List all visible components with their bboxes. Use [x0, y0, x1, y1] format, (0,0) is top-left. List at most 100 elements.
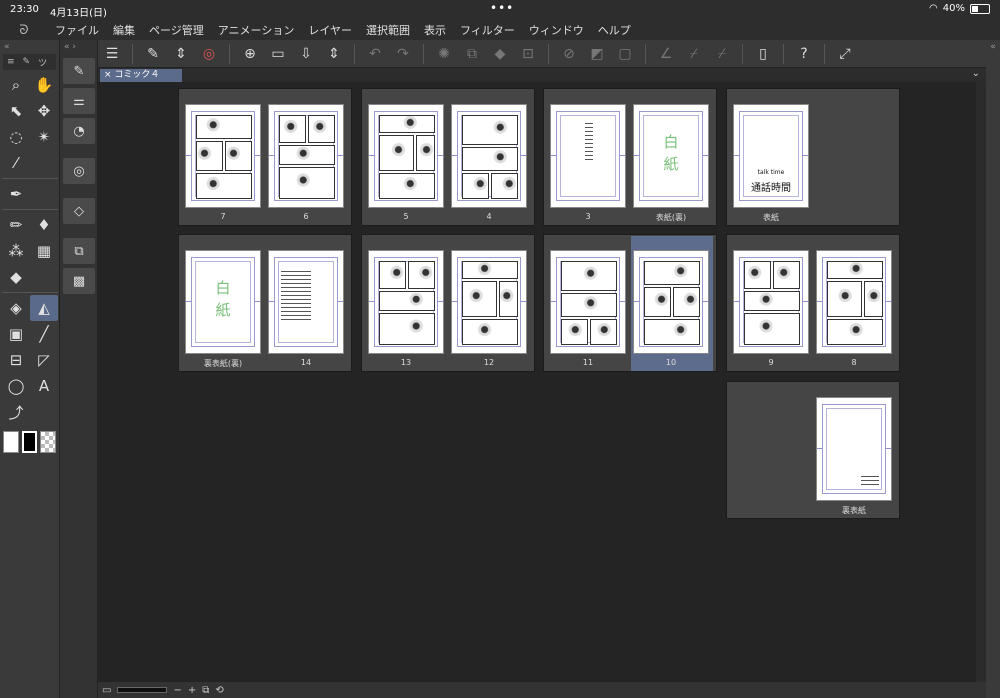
- page-thumbnail[interactable]: [550, 104, 626, 208]
- collapse-right-icon[interactable]: «: [986, 40, 1000, 698]
- sync-icon[interactable]: ◎: [195, 42, 223, 66]
- layer-icon[interactable]: ◇: [63, 198, 95, 224]
- document-tab[interactable]: × コミック４: [100, 69, 182, 82]
- page-thumbnail[interactable]: [816, 250, 892, 354]
- fullscreen-icon[interactable]: ⤢: [831, 42, 859, 66]
- page-settings-icon[interactable]: ⟲: [215, 685, 223, 696]
- menu-item-4[interactable]: レイヤー: [301, 22, 359, 38]
- transform-icon[interactable]: ⧉: [458, 42, 486, 66]
- airbrush-icon[interactable]: ⁂: [2, 238, 30, 264]
- menu-icon[interactable]: ≡: [3, 57, 19, 67]
- new-file-icon[interactable]: ⊕: [236, 42, 264, 66]
- crop-icon[interactable]: ⊡: [514, 42, 542, 66]
- page-thumbnail[interactable]: [451, 104, 527, 208]
- smartphone-icon[interactable]: ▯: [749, 42, 777, 66]
- page-thumbnail[interactable]: [633, 250, 709, 354]
- menu-item-6[interactable]: 表示: [417, 22, 453, 38]
- page-thumbnail[interactable]: [268, 250, 344, 354]
- blend-icon[interactable]: ◈: [2, 295, 30, 321]
- brush-size-icon[interactable]: ◔: [63, 118, 95, 144]
- snap-grid-icon[interactable]: ⌿: [708, 42, 736, 66]
- close-tab-icon[interactable]: ×: [104, 70, 114, 80]
- layer-property-icon[interactable]: ⧉: [63, 238, 95, 264]
- app-logo-icon[interactable]: ᘐ: [0, 23, 48, 38]
- page-thumbnail[interactable]: talk time 通話時間: [733, 104, 809, 208]
- open-folder-icon[interactable]: ▭: [264, 42, 292, 66]
- page-label: 13: [400, 358, 412, 367]
- edit-page-icon[interactable]: ✎: [139, 42, 167, 66]
- hand-icon[interactable]: ✋: [30, 72, 58, 98]
- menu-item-3[interactable]: アニメーション: [211, 22, 302, 38]
- object-select-icon[interactable]: ⬉: [2, 98, 30, 124]
- lasso-icon[interactable]: ◌: [2, 124, 30, 150]
- line-icon[interactable]: ╱: [30, 321, 58, 347]
- collapse-sub-icon[interactable]: « ›: [60, 40, 97, 54]
- undo-icon[interactable]: ↶: [361, 42, 389, 66]
- thumbnail-size-slider[interactable]: [117, 687, 168, 693]
- transparent-color-swatch[interactable]: [40, 431, 57, 453]
- select-icon[interactable]: ▢: [611, 42, 639, 66]
- page-thumbnail[interactable]: [368, 104, 444, 208]
- manga-panel: [196, 141, 223, 171]
- correct-line-icon[interactable]: ⤴: [2, 399, 30, 425]
- page-thumbnail[interactable]: 白 紙: [185, 250, 261, 354]
- divider: [132, 43, 133, 64]
- menu-item-0[interactable]: ファイル: [48, 22, 106, 38]
- magic-wand-icon[interactable]: ✴: [30, 124, 58, 150]
- menu-item-9[interactable]: ヘルプ: [591, 22, 638, 38]
- page-thumbnail[interactable]: [185, 104, 261, 208]
- page-duplicate-icon[interactable]: ⧉: [202, 685, 209, 696]
- move-icon[interactable]: ✥: [30, 98, 58, 124]
- text-icon[interactable]: A: [30, 373, 58, 399]
- brush-icon[interactable]: ♦: [30, 212, 58, 238]
- frame-border-icon[interactable]: ⊟: [2, 347, 30, 373]
- material-icon[interactable]: ▩: [63, 268, 95, 294]
- deselect-icon[interactable]: ⊘: [555, 42, 583, 66]
- page-thumbnail[interactable]: [733, 250, 809, 354]
- menu-item-7[interactable]: フィルター: [453, 22, 522, 38]
- ruler-icon[interactable]: ◸: [30, 347, 58, 373]
- menu-item-1[interactable]: 編集: [106, 22, 142, 38]
- thumbnail-size-icon[interactable]: ▭: [102, 685, 111, 696]
- pencil-icon[interactable]: ✏: [2, 212, 30, 238]
- chevron-down-icon[interactable]: ⌄: [972, 68, 980, 79]
- menu-item-8[interactable]: ウィンドウ: [522, 22, 591, 38]
- page-thumbnail[interactable]: 白 紙: [633, 104, 709, 208]
- main-color-swatch[interactable]: [21, 431, 38, 453]
- manga-panel: [462, 261, 518, 279]
- zoom-in-icon[interactable]: +: [188, 685, 196, 696]
- menu-item-2[interactable]: ページ管理: [142, 22, 211, 38]
- menu-item-5[interactable]: 選択範囲: [359, 22, 417, 38]
- redo-icon[interactable]: ↷: [389, 42, 417, 66]
- zoom-icon[interactable]: ⌕: [2, 72, 30, 98]
- page-thumbnail[interactable]: [451, 250, 527, 354]
- snap-special-icon[interactable]: ⌿: [680, 42, 708, 66]
- fill-bucket-icon[interactable]: ◭: [30, 295, 58, 321]
- save-options-icon[interactable]: ⇕: [320, 42, 348, 66]
- save-icon[interactable]: ⇩: [292, 42, 320, 66]
- fill-icon[interactable]: ◆: [486, 42, 514, 66]
- decoration-icon[interactable]: ▦: [30, 238, 58, 264]
- color-circle-icon[interactable]: ◎: [63, 158, 95, 184]
- up-down-icon[interactable]: ⇕: [167, 42, 195, 66]
- balloon-icon[interactable]: ◯: [2, 373, 30, 399]
- ruler-snap-icon[interactable]: ∠: [652, 42, 680, 66]
- hamburger-menu-icon[interactable]: ☰: [98, 42, 126, 66]
- pen-tool-icon[interactable]: ✒: [2, 181, 30, 207]
- page-thumbnail[interactable]: [550, 250, 626, 354]
- sub-color-swatch[interactable]: [3, 431, 19, 453]
- eraser-icon[interactable]: ◆: [2, 264, 30, 290]
- page-thumbnail[interactable]: [816, 397, 892, 501]
- multitask-dots-icon[interactable]: •••: [490, 1, 514, 15]
- zoom-out-icon[interactable]: −: [173, 685, 181, 696]
- help-icon[interactable]: ?: [790, 42, 818, 66]
- tool-property-icon[interactable]: ⚌: [63, 88, 95, 114]
- eyedropper-icon[interactable]: ⁄: [2, 150, 30, 176]
- page-thumbnail[interactable]: [368, 250, 444, 354]
- sub-tool-icon[interactable]: ✎: [63, 58, 95, 84]
- collapse-left-icon[interactable]: «: [0, 40, 59, 54]
- battery-fill: [972, 5, 978, 12]
- gradient-icon[interactable]: ▣: [2, 321, 30, 347]
- invert-icon[interactable]: ◩: [583, 42, 611, 66]
- page-thumbnail[interactable]: [268, 104, 344, 208]
